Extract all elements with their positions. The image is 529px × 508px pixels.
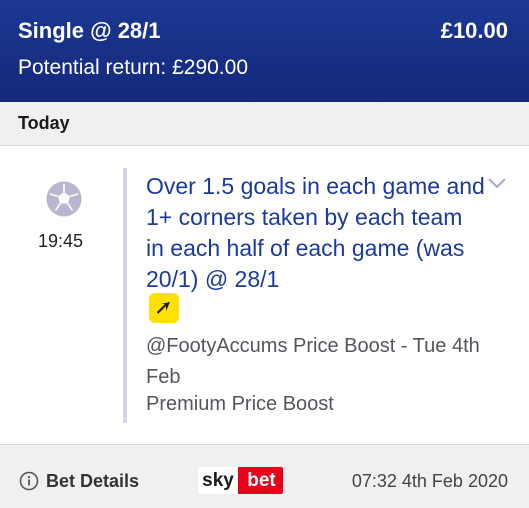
logo-sky-text: sky	[198, 467, 238, 494]
potential-return: Potential return: £290.00	[18, 56, 248, 79]
bet-footer: Bet Details sky bet 07:32 4th Feb 2020	[0, 444, 529, 508]
selection-name: Over 1.5 goals in each game and 1+ corne…	[146, 173, 485, 292]
bet-summary-header: Single @ 28/1 £10.00 Potential return: £…	[0, 0, 529, 102]
info-icon[interactable]	[19, 471, 39, 491]
bet-type-label: Single @ 28/1	[18, 18, 161, 43]
skybet-logo: sky bet	[198, 467, 283, 494]
bet-timestamp: 07:32 4th Feb 2020	[351, 471, 508, 491]
day-group-header: Today	[0, 102, 529, 146]
selection-row[interactable]: 19:45 Over 1.5 goals in each game and 1+…	[0, 146, 529, 444]
market-subtitle: Premium Price Boost	[146, 393, 334, 415]
stake-amount: £10.00	[440, 18, 508, 43]
event-time: 19:45	[38, 231, 84, 251]
price-boost-icon	[149, 293, 179, 323]
logo-bet-text: bet	[247, 470, 276, 491]
football-icon	[46, 181, 82, 217]
chevron-down-icon[interactable]	[487, 176, 507, 190]
day-label: Today	[18, 113, 70, 133]
bet-details-link[interactable]: Bet Details	[46, 471, 139, 492]
selection-divider	[123, 168, 127, 423]
market-name: @FootyAccums Price Boost - Tue 4th Feb	[146, 335, 480, 388]
